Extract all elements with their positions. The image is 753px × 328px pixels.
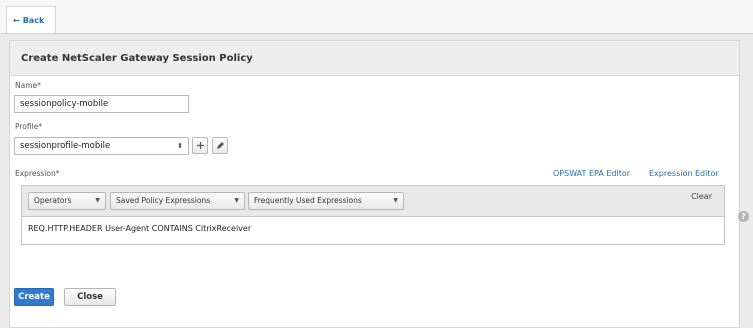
pencil-icon	[217, 141, 224, 149]
expression-toolbar: Operators ▼ Saved Policy Expressions ▼ F…	[22, 186, 724, 217]
opswat-epa-editor-link[interactable]: OPSWAT EPA Editor	[553, 169, 630, 178]
create-button[interactable]: Create	[14, 288, 54, 306]
add-profile-button[interactable]	[192, 137, 208, 154]
chevron-down-icon: ▼	[234, 197, 239, 204]
select-arrows-icon: ⬍	[177, 142, 183, 150]
saved-policy-expressions-dropdown[interactable]: Saved Policy Expressions ▼	[110, 192, 245, 210]
help-icon[interactable]: ?	[738, 211, 749, 222]
operators-label: Operators	[34, 196, 72, 205]
plus-icon	[196, 142, 204, 149]
back-button[interactable]: ← Back	[6, 6, 56, 33]
panel-title: Create NetScaler Gateway Session Policy	[10, 41, 739, 76]
operators-dropdown[interactable]: Operators ▼	[28, 192, 106, 210]
frequently-used-expressions-dropdown[interactable]: Frequently Used Expressions ▼	[248, 192, 404, 210]
policy-form-panel: Create NetScaler Gateway Session Policy	[9, 40, 740, 328]
name-input[interactable]: sessionpolicy-mobile	[14, 95, 189, 113]
expression-label: Expression*	[15, 169, 60, 178]
saved-policy-expressions-label: Saved Policy Expressions	[116, 196, 211, 205]
clear-button[interactable]: Clear	[691, 192, 712, 201]
back-label: Back	[22, 15, 45, 25]
profile-label: Profile*	[15, 122, 43, 131]
profile-select-value: sessionprofile-mobile	[20, 141, 111, 151]
frequently-used-expressions-label: Frequently Used Expressions	[254, 196, 362, 205]
name-label: Name*	[15, 81, 41, 90]
close-button[interactable]: Close	[64, 288, 116, 306]
chevron-down-icon: ▼	[393, 197, 398, 204]
chevron-down-icon: ▼	[95, 197, 100, 204]
back-arrow-icon: ←	[13, 15, 20, 25]
edit-profile-button[interactable]	[212, 137, 228, 154]
expression-editor-link[interactable]: Expression Editor	[649, 169, 719, 178]
expression-textarea[interactable]: REQ.HTTP.HEADER User-Agent CONTAINS Citr…	[22, 217, 724, 240]
expression-box: Operators ▼ Saved Policy Expressions ▼ F…	[21, 185, 725, 245]
top-bar: ← Back	[0, 0, 753, 34]
profile-select[interactable]: sessionprofile-mobile ⬍	[14, 137, 189, 155]
